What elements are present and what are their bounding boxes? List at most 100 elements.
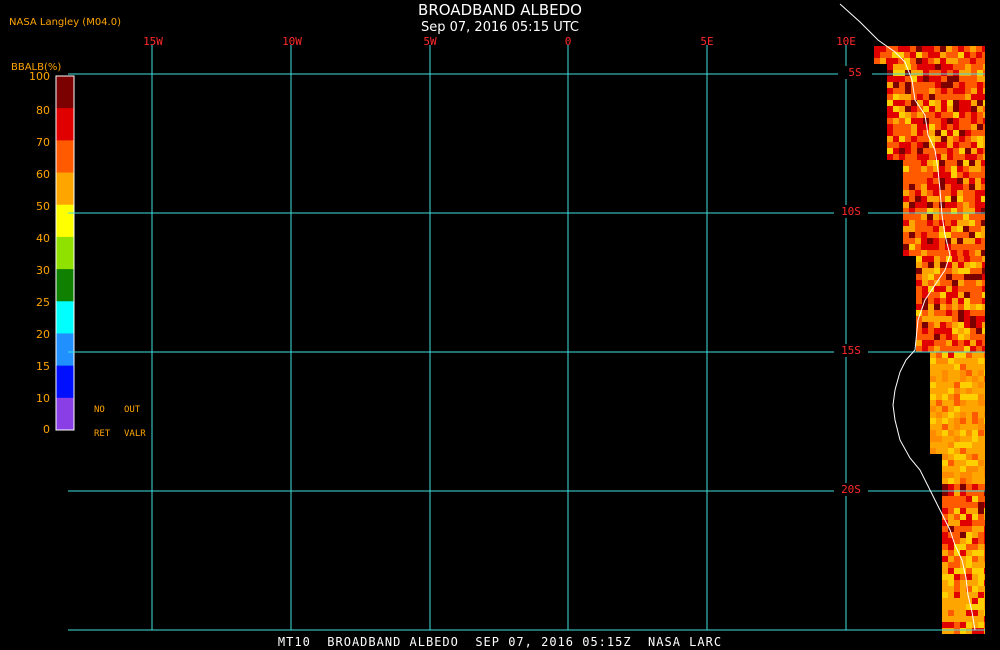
- albedo-pixel: [984, 604, 985, 610]
- albedo-pixel: [982, 304, 985, 310]
- albedo-pixel: [984, 592, 985, 598]
- albedo-pixel: [942, 496, 948, 502]
- albedo-pixel: [966, 532, 972, 538]
- albedo-pixel: [911, 82, 917, 88]
- albedo-pixel: [969, 190, 975, 196]
- albedo-pixel: [942, 616, 948, 622]
- albedo-pixel: [934, 328, 940, 334]
- albedo-pixel: [971, 64, 977, 70]
- albedo-pixel: [927, 238, 933, 244]
- albedo-pixel: [951, 178, 957, 184]
- albedo-pixel: [942, 574, 948, 580]
- albedo-pixel: [940, 256, 946, 262]
- albedo-pixel: [942, 382, 948, 388]
- albedo-pixel: [978, 376, 984, 382]
- albedo-pixel: [959, 130, 965, 136]
- albedo-pixel: [966, 484, 972, 490]
- albedo-pixel: [978, 382, 984, 388]
- albedo-pixel: [960, 472, 966, 478]
- albedo-pixel: [927, 232, 933, 238]
- albedo-pixel: [909, 202, 915, 208]
- albedo-pixel: [928, 322, 934, 328]
- albedo-pixel: [948, 568, 954, 574]
- albedo-pixel: [933, 178, 939, 184]
- albedo-pixel: [970, 340, 976, 346]
- albedo-pixel: [948, 496, 954, 502]
- albedo-pixel: [903, 160, 909, 166]
- albedo-pixel: [935, 136, 941, 142]
- albedo-pixel: [917, 130, 923, 136]
- albedo-pixel: [899, 100, 905, 106]
- albedo-pixel: [940, 292, 946, 298]
- albedo-pixel: [966, 550, 972, 556]
- albedo-pixel: [969, 184, 975, 190]
- albedo-pixel: [957, 220, 963, 226]
- albedo-pixel: [940, 346, 946, 352]
- albedo-pixel: [966, 472, 972, 478]
- albedo-pixel: [922, 316, 928, 322]
- albedo-pixel: [947, 148, 953, 154]
- albedo-pixel: [978, 478, 984, 484]
- albedo-pixel: [976, 298, 982, 304]
- albedo-pixel: [893, 148, 899, 154]
- albedo-pixel: [948, 394, 954, 400]
- albedo-pixel: [972, 442, 978, 448]
- albedo-pixel: [972, 502, 978, 508]
- albedo-pixel: [952, 310, 958, 316]
- albedo-pixel: [954, 418, 960, 424]
- albedo-pixel: [917, 94, 923, 100]
- albedo-field: [874, 46, 985, 634]
- albedo-pixel: [922, 280, 928, 286]
- albedo-pixel: [960, 454, 966, 460]
- albedo-pixel: [958, 298, 964, 304]
- colorbar-segment: [56, 140, 74, 174]
- albedo-pixel: [959, 136, 965, 142]
- albedo-pixel: [966, 526, 972, 532]
- albedo-pixel: [972, 418, 978, 424]
- albedo-pixel: [927, 226, 933, 232]
- albedo-pixel: [915, 250, 921, 256]
- albedo-pixel: [893, 112, 899, 118]
- albedo-pixel: [972, 568, 978, 574]
- albedo-pixel: [984, 454, 985, 460]
- albedo-pixel: [960, 628, 966, 634]
- albedo-pixel: [954, 400, 960, 406]
- albedo-pixel: [970, 316, 976, 322]
- albedo-pixel: [922, 46, 928, 52]
- albedo-pixel: [957, 178, 963, 184]
- albedo-pixel: [963, 172, 969, 178]
- albedo-pixel: [971, 76, 977, 82]
- albedo-pixel: [978, 532, 984, 538]
- albedo-pixel: [874, 58, 880, 64]
- albedo-pixel: [927, 244, 933, 250]
- colorbar-segment: [56, 172, 74, 206]
- albedo-pixel: [954, 598, 960, 604]
- albedo-pixel: [954, 370, 960, 376]
- albedo-pixel: [947, 130, 953, 136]
- albedo-pixel: [959, 100, 965, 106]
- albedo-pixel: [970, 58, 976, 64]
- albedo-pixel: [899, 136, 905, 142]
- albedo-pixel: [905, 130, 911, 136]
- albedo-pixel: [953, 148, 959, 154]
- albedo-pixel: [905, 88, 911, 94]
- albedo-pixel: [934, 58, 940, 64]
- albedo-pixel: [963, 178, 969, 184]
- albedo-pixel: [983, 76, 985, 82]
- albedo-pixel: [981, 244, 985, 250]
- albedo-pixel: [934, 322, 940, 328]
- albedo-pixel: [936, 364, 942, 370]
- albedo-pixel: [946, 304, 952, 310]
- albedo-pixel: [893, 88, 899, 94]
- albedo-pixel: [887, 148, 893, 154]
- albedo-pixel: [972, 436, 978, 442]
- albedo-pixel: [940, 280, 946, 286]
- albedo-pixel: [965, 148, 971, 154]
- albedo-pixel: [923, 106, 929, 112]
- albedo-pixel: [929, 88, 935, 94]
- albedo-pixel: [916, 340, 922, 346]
- albedo-pixel: [922, 328, 928, 334]
- albedo-pixel: [971, 88, 977, 94]
- albedo-pixel: [972, 574, 978, 580]
- albedo-pixel: [921, 214, 927, 220]
